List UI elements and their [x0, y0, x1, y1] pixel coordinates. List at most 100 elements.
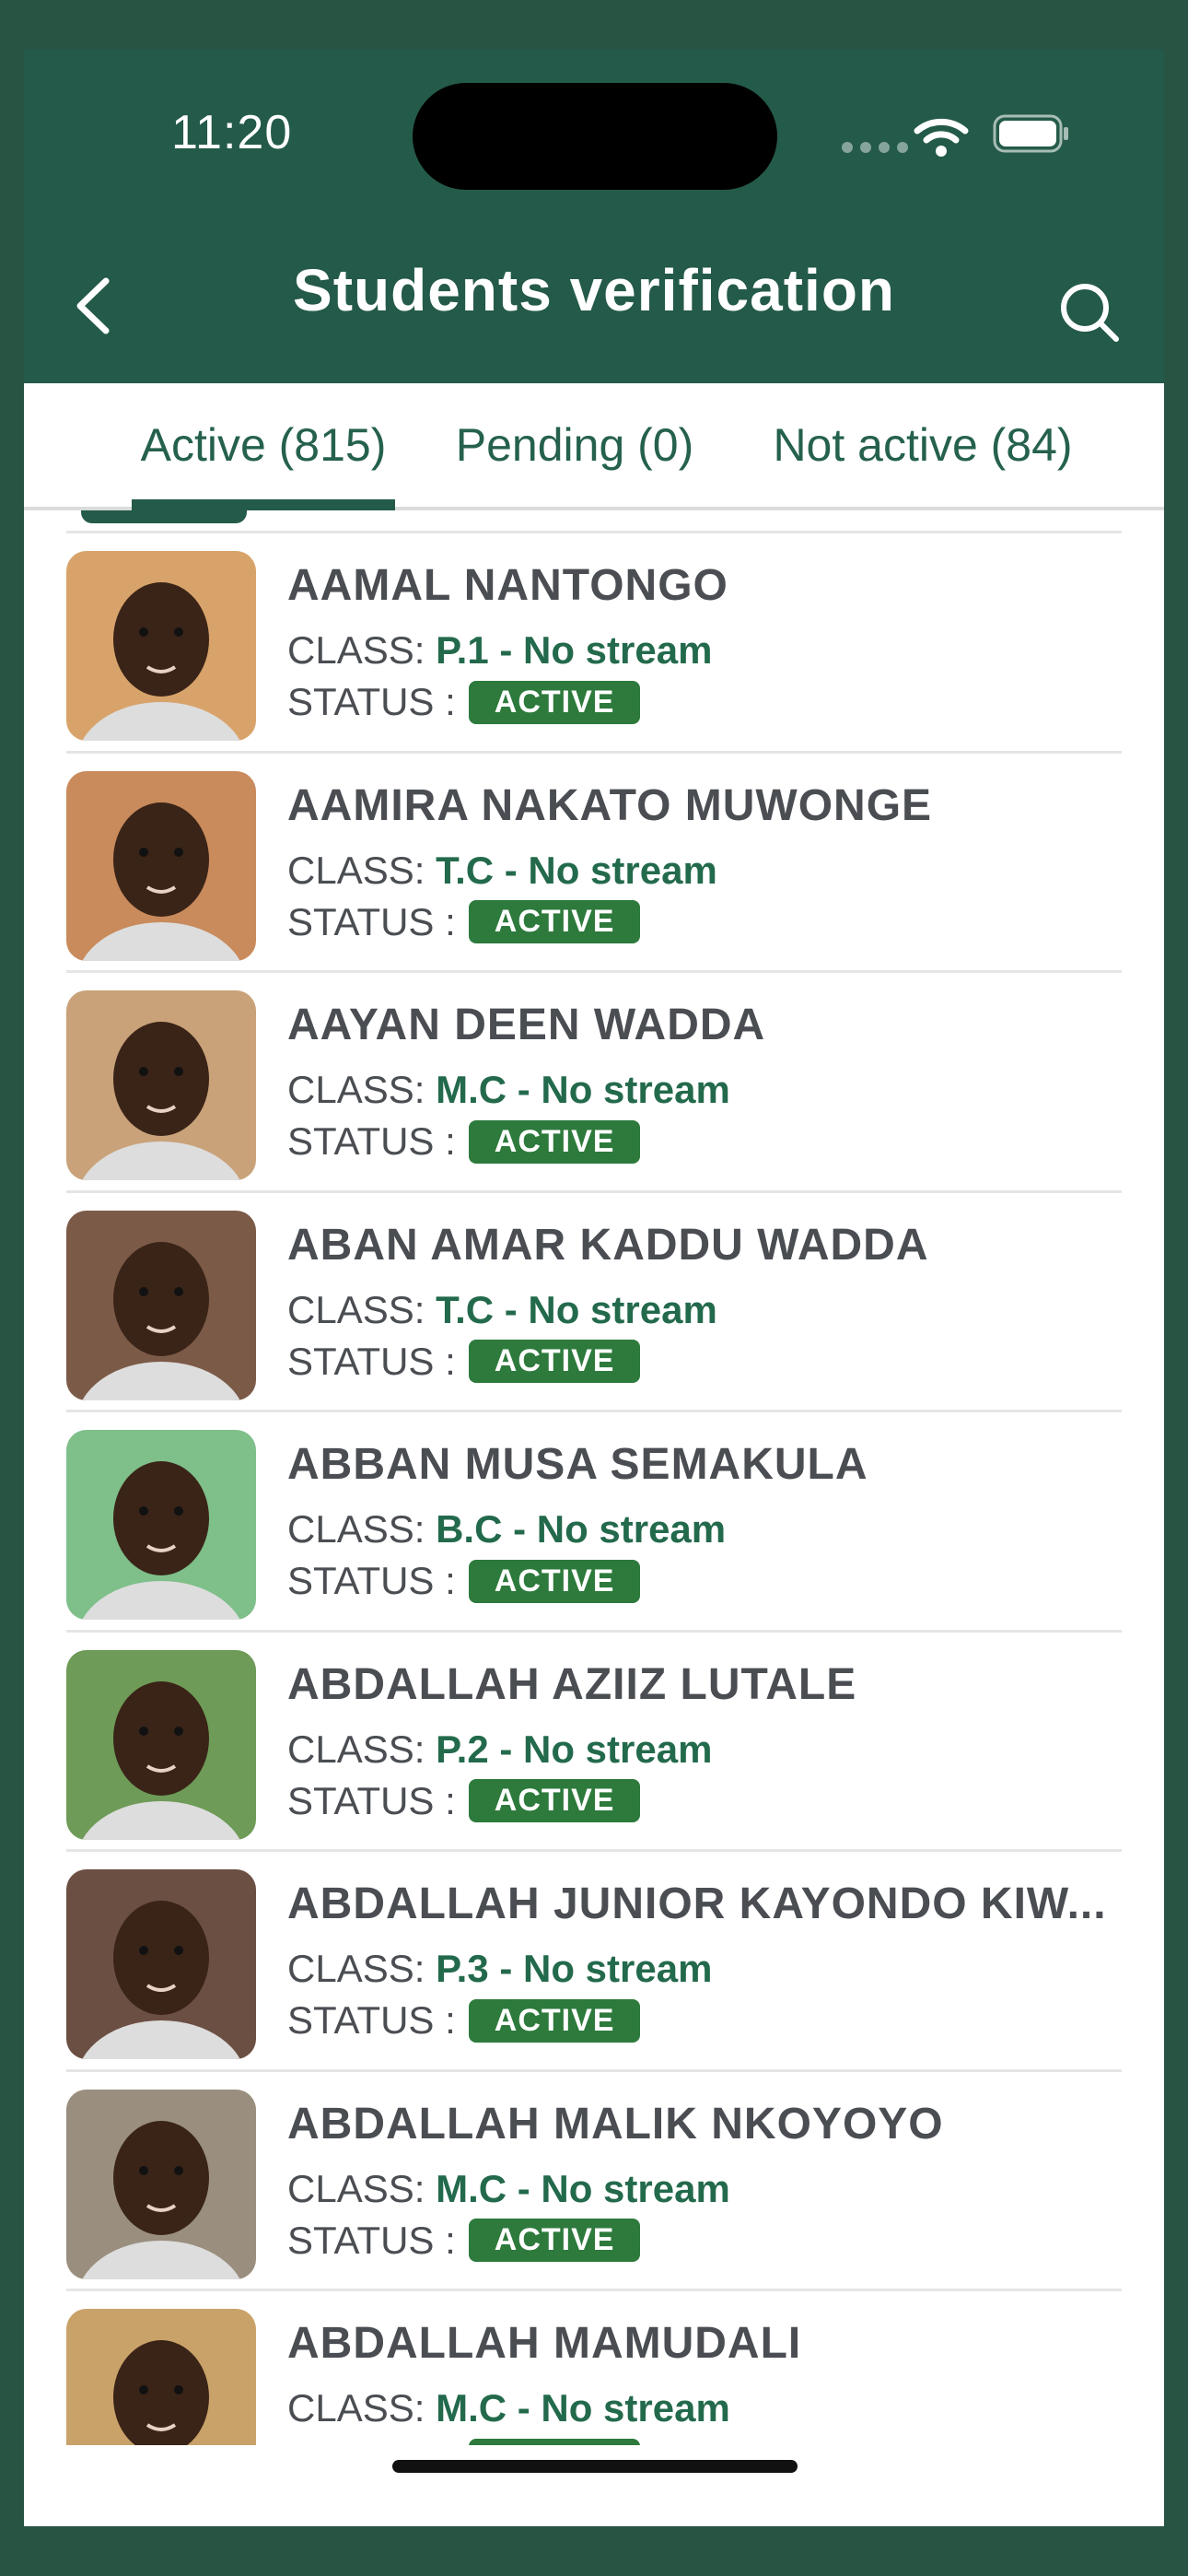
class-value: B.C - No stream [436, 1507, 727, 1551]
status-label: STATUS : [287, 2218, 456, 2262]
tab-active[interactable]: Active (815) [132, 383, 395, 510]
student-list-item[interactable]: ABDALLAH JUNIOR KAYONDO KIW... CLASS: P.3… [24, 1853, 1164, 2072]
student-list-item[interactable]: ABDALLAH MAMUDALI CLASS: M.C - No stream S… [24, 2292, 1164, 2445]
status-label: STATUS : [287, 1339, 456, 1383]
class-value: M.C - No stream [436, 2386, 730, 2430]
student-photo [66, 1649, 256, 1840]
student-name: AAMAL NANTONGO [287, 561, 728, 610]
wifi-icon [914, 118, 969, 157]
tab-pending[interactable]: Pending (0) [440, 383, 709, 507]
row-divider [66, 1189, 1122, 1193]
row-divider [66, 970, 1122, 973]
student-photo [66, 2089, 256, 2279]
class-label: CLASS: [287, 628, 425, 672]
class-label: CLASS: [287, 1068, 425, 1111]
class-value: T.C - No stream [436, 848, 717, 892]
dynamic-island [413, 83, 777, 190]
status-badge: ACTIVE [468, 900, 641, 943]
status-badge: ACTIVE [468, 1559, 641, 1603]
class-label: CLASS: [287, 1287, 425, 1331]
student-name: ABDALLAH MAMUDALI [287, 2319, 802, 2368]
student-name: ABAN AMAR KADDU WADDA [287, 1220, 929, 1270]
class-label: CLASS: [287, 1727, 425, 1771]
row-divider [66, 531, 1122, 533]
student-photo [66, 2309, 256, 2445]
status-badge: ACTIVE [468, 2219, 641, 2262]
student-status: STATUS : ACTIVE [287, 1778, 641, 1823]
app-header: 11:20 Students verification [24, 50, 1164, 383]
status-badge: ACTIVE [468, 680, 641, 724]
student-photo [66, 551, 256, 741]
class-value: T.C - No stream [436, 1287, 717, 1331]
student-class: CLASS: M.C - No stream [287, 2167, 730, 2211]
student-list-item[interactable]: ABDALLAH MALIK NKOYOYO CLASS: M.C - No st… [24, 2073, 1164, 2292]
class-label: CLASS: [287, 848, 425, 892]
tab-not-active[interactable]: Not active (84) [739, 383, 1107, 507]
student-photo [66, 1869, 256, 2059]
student-class: CLASS: T.C - No stream [287, 849, 717, 893]
class-label: CLASS: [287, 1507, 425, 1551]
student-class: CLASS: P.3 - No stream [287, 1947, 712, 1991]
status-label: STATUS : [287, 899, 456, 943]
student-name: ABDALLAH MALIK NKOYOYO [287, 2099, 944, 2149]
student-list[interactable]: AAMAL NANTONGO CLASS: P.1 - No stream STAT… [24, 510, 1164, 2445]
chevron-left-icon [76, 277, 110, 334]
battery-icon [993, 114, 1068, 153]
status-badge: ACTIVE [468, 1340, 641, 1383]
student-list-item[interactable]: ABAN AMAR KADDU WADDA CLASS: T.C - No str… [24, 1194, 1164, 1413]
class-value: P.2 - No stream [436, 1727, 713, 1771]
status-badge: ACTIVE [468, 1119, 641, 1164]
student-status: STATUS : ACTIVE [287, 1998, 641, 2043]
student-class: CLASS: M.C - No stream [287, 2386, 730, 2430]
student-name: ABDALLAH JUNIOR KAYONDO KIW... [287, 1879, 1107, 1928]
row-divider [66, 750, 1122, 754]
app-screen: 11:20 Students verification Active (815)… [24, 50, 1164, 2526]
home-indicator [392, 2460, 798, 2473]
class-label: CLASS: [287, 2386, 425, 2430]
student-list-item[interactable]: ABDALLAH AZIIZ LUTALE CLASS: P.2 - No str… [24, 1633, 1164, 1853]
student-list-item[interactable]: AAMAL NANTONGO CLASS: P.1 - No stream STAT… [24, 534, 1164, 754]
row-divider [66, 1410, 1122, 1412]
student-status: STATUS : ACTIVE [287, 2438, 641, 2445]
student-class: CLASS: P.2 - No stream [287, 1727, 712, 1772]
student-photo [66, 1430, 256, 1620]
student-list-item[interactable]: AAYAN DEEN WADDA CLASS: M.C - No stream ST… [24, 974, 1164, 1193]
status-label: STATUS : [287, 1778, 456, 1822]
device-frame: 11:20 Students verification Active (815)… [0, 0, 1188, 2576]
student-name: ABBAN MUSA SEMAKULA [287, 1440, 868, 1489]
status-label: STATUS : [287, 1119, 456, 1163]
student-photo [66, 1210, 256, 1400]
back-button[interactable] [61, 269, 125, 343]
student-list-item[interactable]: ABBAN MUSA SEMAKULA CLASS: B.C - No strea… [24, 1413, 1164, 1633]
row-divider [66, 2068, 1122, 2072]
row-divider [66, 1849, 1122, 1852]
student-photo [66, 770, 256, 961]
page-title: Students verification [293, 257, 895, 323]
status-badge: ACTIVE [468, 1779, 641, 1822]
previous-item-edge [81, 510, 247, 523]
row-divider [66, 2289, 1122, 2291]
student-status: STATUS : ACTIVE [287, 1119, 641, 1164]
search-icon [1061, 284, 1119, 342]
status-label: STATUS : [287, 1559, 456, 1602]
student-name: AAYAN DEEN WADDA [287, 1001, 766, 1049]
student-class: CLASS: B.C - No stream [287, 1507, 726, 1551]
signal-icon [842, 142, 908, 153]
class-label: CLASS: [287, 2166, 425, 2210]
student-class: CLASS: P.1 - No stream [287, 628, 712, 673]
class-label: CLASS: [287, 1947, 425, 1990]
student-photo [66, 990, 256, 1180]
student-status: STATUS : ACTIVE [287, 1559, 641, 1603]
student-list-item[interactable]: AAMIRA NAKATO MUWONGE CLASS: T.C - No str… [24, 755, 1164, 974]
student-name: ABDALLAH AZIIZ LUTALE [287, 1659, 857, 1709]
search-button[interactable] [1048, 271, 1131, 354]
status-badge: ACTIVE [468, 2438, 641, 2445]
status-tabs: Active (815) Pending (0) Not active (84) [24, 383, 1164, 510]
student-status: STATUS : ACTIVE [287, 2218, 641, 2263]
student-class: CLASS: M.C - No stream [287, 1068, 730, 1112]
student-status: STATUS : ACTIVE [287, 680, 641, 724]
status-badge: ACTIVE [468, 1998, 641, 2043]
student-class: CLASS: T.C - No stream [287, 1288, 717, 1332]
class-value: M.C - No stream [436, 1068, 730, 1111]
class-value: P.3 - No stream [436, 1947, 713, 1990]
